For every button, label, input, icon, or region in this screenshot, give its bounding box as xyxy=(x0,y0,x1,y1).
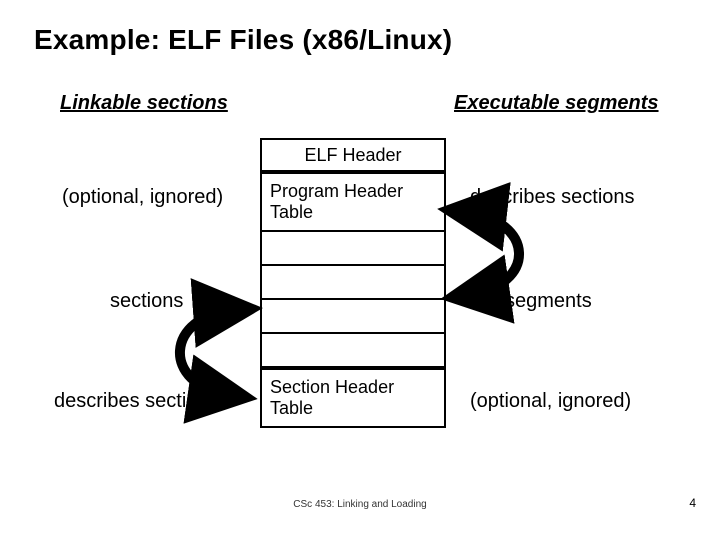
column-heading-linkable: Linkable sections xyxy=(60,92,228,115)
box-section-header-table: Section Header Table xyxy=(260,368,446,428)
curved-arrow-left-icon xyxy=(150,300,260,410)
annotation-left-program-header: (optional, ignored) xyxy=(62,186,223,209)
annotation-right-section-header: (optional, ignored) xyxy=(470,390,631,413)
footer-course: CSc 453: Linking and Loading xyxy=(0,499,720,510)
box-section-row xyxy=(260,266,446,300)
box-program-header-table-label: Program Header Table xyxy=(270,181,436,223)
curved-arrow-right-icon xyxy=(440,200,550,310)
box-elf-header-label: ELF Header xyxy=(304,145,401,166)
box-section-row xyxy=(260,232,446,266)
box-section-row xyxy=(260,334,446,368)
slide-title: Example: ELF Files (x86/Linux) xyxy=(34,24,452,56)
column-heading-executable: Executable segments xyxy=(454,92,659,115)
box-program-header-table: Program Header Table xyxy=(260,172,446,232)
footer-page-number: 4 xyxy=(689,496,696,510)
box-elf-header: ELF Header xyxy=(260,138,446,172)
box-section-row xyxy=(260,300,446,334)
box-section-header-table-label: Section Header Table xyxy=(270,377,436,419)
